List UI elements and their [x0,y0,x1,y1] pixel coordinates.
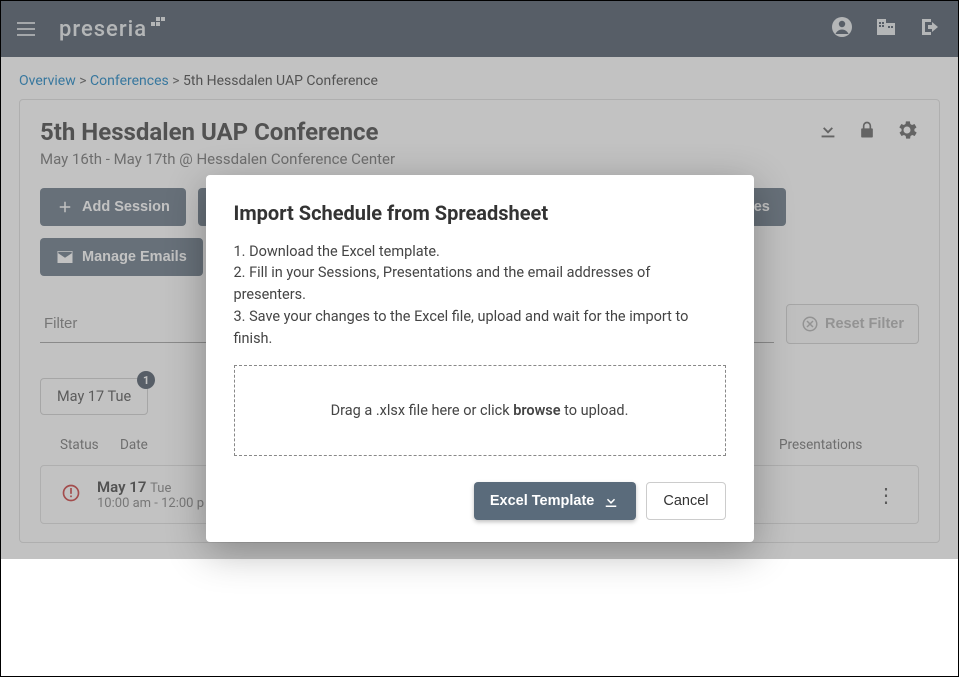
import-modal: Import Schedule from Spreadsheet 1. Down… [206,175,754,543]
modal-title: Import Schedule from Spreadsheet [234,201,726,225]
drop-zone[interactable]: Drag a .xlsx file here or click browse t… [234,365,726,456]
cancel-button[interactable]: Cancel [646,482,725,520]
excel-template-button[interactable]: Excel Template [474,482,637,520]
modal-steps: 1. Download the Excel template. 2. Fill … [234,241,726,350]
browse-link[interactable]: browse [513,402,560,419]
